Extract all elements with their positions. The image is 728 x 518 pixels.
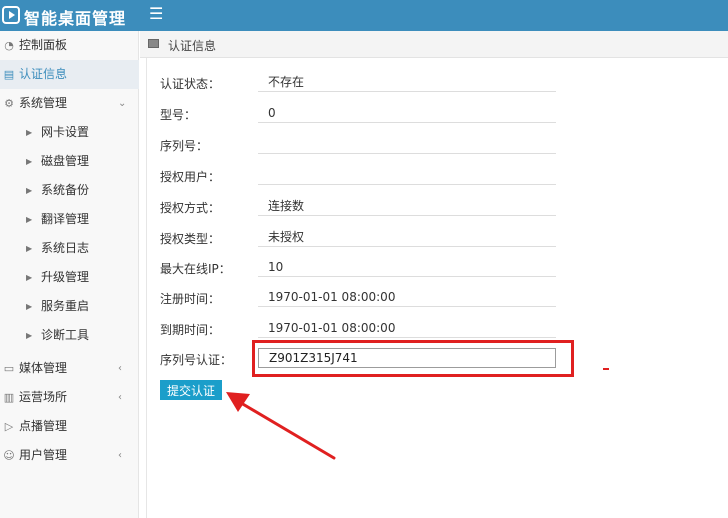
- license-mode-value: 连接数: [258, 196, 556, 216]
- submit-auth-button[interactable]: 提交认证: [160, 380, 222, 400]
- sidebar-item-label: 用户管理: [19, 448, 68, 462]
- sidebar-subitem-label: 磁盘管理: [41, 154, 90, 168]
- serial-number-label: 序列号：: [160, 139, 209, 153]
- chevron-left-icon: ‹: [118, 450, 122, 461]
- sidebar-subitem-upgrade[interactable]: ▶ 升级管理: [0, 263, 139, 292]
- sidebar-item-label: 系统管理: [19, 96, 68, 110]
- sidebar-subitem-label: 系统日志: [41, 241, 90, 255]
- license-type-value: 未授权: [258, 227, 556, 247]
- caret-right-icon: ▶: [26, 244, 33, 253]
- sidebar-subitem-diagnostics[interactable]: ▶ 诊断工具: [0, 321, 139, 350]
- user-icon: ☺: [3, 449, 15, 462]
- chevron-down-icon: ⌄: [118, 98, 127, 109]
- caret-right-icon: ▶: [26, 302, 33, 311]
- top-bar: 智能桌面管理 ☰: [0, 0, 728, 31]
- caret-right-icon: ▶: [26, 215, 33, 224]
- sidebar-subitem-disk[interactable]: ▶ 磁盘管理: [0, 147, 139, 176]
- license-mode-label: 授权方式：: [160, 201, 221, 215]
- id-card-icon: ▤: [3, 68, 15, 81]
- model-label: 型号：: [160, 108, 197, 122]
- sidebar-subitem-label: 升级管理: [41, 270, 90, 284]
- sidebar-item-users[interactable]: ☺ 用户管理 ‹: [0, 441, 139, 470]
- breadcrumb: 认证信息: [140, 31, 728, 58]
- sidebar: ◔ 控制面板 ▤ 认证信息 ⚙ 系统管理 ⌄ ▶ 网卡设置 ▶ 磁盘管理 ▶ 系…: [0, 31, 139, 518]
- licensed-user-label: 授权用户：: [160, 170, 221, 184]
- licensed-user-value: [258, 165, 556, 185]
- building-icon: ▥: [3, 391, 15, 404]
- chevron-left-icon: ‹: [118, 392, 122, 403]
- sidebar-item-label: 点播管理: [19, 419, 68, 433]
- dashboard-icon: ◔: [4, 39, 14, 52]
- play-icon: ▷: [4, 420, 14, 433]
- sidebar-item-vod[interactable]: ▷ 点播管理: [0, 412, 139, 441]
- annotation-arrow-icon: [226, 392, 336, 460]
- license-type-label: 授权类型：: [160, 232, 221, 246]
- caret-right-icon: ▶: [26, 186, 33, 195]
- register-time-value: 1970-01-01 08:00:00: [258, 287, 556, 307]
- sidebar-subitem-label: 网卡设置: [41, 125, 90, 139]
- sidebar-subitem-restart[interactable]: ▶ 服务重启: [0, 292, 139, 321]
- app-title: 智能桌面管理: [24, 9, 127, 28]
- sidebar-subitem-translate[interactable]: ▶ 翻译管理: [0, 205, 139, 234]
- expire-time-label: 到期时间：: [160, 323, 221, 337]
- sidebar-subitem-log[interactable]: ▶ 系统日志: [0, 234, 139, 263]
- annotation-dash: [603, 368, 609, 370]
- monitor-icon: ▭: [3, 362, 15, 375]
- sidebar-item-media[interactable]: ▭ 媒体管理 ‹: [0, 354, 139, 383]
- sidebar-item-auth-info[interactable]: ▤ 认证信息: [0, 60, 139, 89]
- id-card-icon: [148, 39, 159, 48]
- sidebar-item-label: 认证信息: [19, 67, 68, 81]
- serial-number-value: [258, 134, 556, 154]
- chevron-left-icon: ‹: [118, 363, 122, 374]
- sidebar-subitem-label: 系统备份: [41, 183, 90, 197]
- sidebar-item-label: 媒体管理: [19, 361, 68, 375]
- caret-right-icon: ▶: [26, 331, 33, 340]
- max-online-ip-value: 10: [258, 257, 556, 277]
- caret-right-icon: ▶: [26, 157, 33, 166]
- serial-auth-label: 序列号认证：: [160, 353, 233, 367]
- auth-status-label: 认证状态：: [160, 77, 221, 91]
- annotation-highlight-box: [252, 340, 574, 377]
- menu-toggle-icon[interactable]: ☰: [149, 4, 163, 23]
- breadcrumb-title: 认证信息: [168, 39, 217, 53]
- model-value: 0: [258, 103, 556, 123]
- auth-status-value: 不存在: [258, 72, 556, 92]
- caret-right-icon: ▶: [26, 128, 33, 137]
- sidebar-item-system[interactable]: ⚙ 系统管理 ⌄: [0, 89, 139, 118]
- sidebar-subitem-label: 服务重启: [41, 299, 90, 313]
- caret-right-icon: ▶: [26, 273, 33, 282]
- max-online-ip-label: 最大在线IP：: [160, 262, 231, 276]
- sidebar-item-label: 运营场所: [19, 390, 68, 404]
- sidebar-subitem-nic[interactable]: ▶ 网卡设置: [0, 118, 139, 147]
- sidebar-item-label: 控制面板: [19, 38, 68, 52]
- sidebar-subitem-backup[interactable]: ▶ 系统备份: [0, 176, 139, 205]
- register-time-label: 注册时间：: [160, 292, 221, 306]
- sidebar-item-venues[interactable]: ▥ 运营场所 ‹: [0, 383, 139, 412]
- sidebar-subitem-label: 翻译管理: [41, 212, 90, 226]
- gear-icon: ⚙: [4, 97, 14, 110]
- sidebar-subitem-label: 诊断工具: [41, 328, 90, 342]
- sidebar-item-dashboard[interactable]: ◔ 控制面板: [0, 31, 139, 60]
- logo-icon: [2, 6, 20, 24]
- expire-time-value: 1970-01-01 08:00:00: [258, 318, 556, 338]
